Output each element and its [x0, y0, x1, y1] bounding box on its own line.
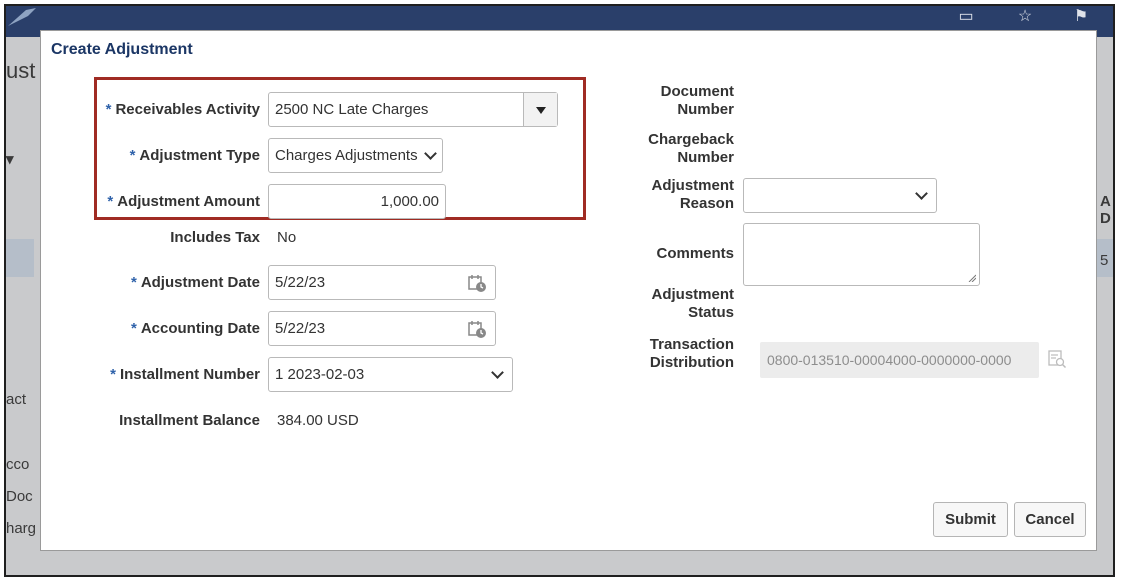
adjustment-date-label: * Adjustment Date [130, 274, 260, 291]
installment-number-value: 1 2023-02-03 [275, 366, 365, 383]
bg-selected-row [6, 239, 34, 277]
required-icon: * [130, 320, 137, 337]
window-icon[interactable]: ▭ [953, 9, 979, 25]
includes-tax-value: No [277, 229, 297, 246]
calendar-icon[interactable] [467, 319, 487, 339]
required-icon: * [107, 193, 114, 210]
chargeback-number-label: Chargeback Number [648, 131, 734, 166]
logo-icon [8, 8, 36, 26]
adjustment-amount-value: 1,000.00 [380, 193, 439, 210]
chevron-down-icon [491, 366, 504, 379]
includes-tax-label: Includes Tax [170, 229, 260, 246]
dialog-title: Create Adjustment [51, 41, 193, 58]
installment-balance-value: 384.00 USD [277, 412, 359, 429]
bg-fragment: harg [6, 520, 37, 537]
installment-balance-label: Installment Balance [119, 412, 260, 429]
cancel-button[interactable]: Cancel [1014, 502, 1086, 537]
dropdown-arrow-icon[interactable] [523, 93, 557, 126]
bookmark-icon[interactable]: ☆ [1012, 9, 1038, 25]
search-icon[interactable] [1047, 349, 1067, 369]
adjustment-type-select[interactable]: Charges Adjustments [268, 138, 443, 173]
adjustment-type-value: Charges Adjustments [275, 147, 418, 164]
receivables-activity-label: * Receivables Activity [105, 101, 260, 118]
adjustment-amount-label: * Adjustment Amount [107, 193, 260, 210]
bg-collapse-icon: ▾ [6, 151, 14, 168]
resize-grip-icon[interactable] [968, 274, 976, 282]
chevron-down-icon [915, 187, 928, 200]
flag-icon[interactable]: ⚑ [1068, 9, 1094, 25]
required-icon: * [105, 101, 112, 118]
receivables-activity-combobox[interactable]: 2500 NC Late Charges [268, 92, 558, 127]
comments-textarea[interactable] [743, 223, 980, 286]
create-adjustment-dialog: Create Adjustment * Receivables Activity … [40, 30, 1097, 551]
bg-fragment: A [1100, 193, 1111, 210]
bg-page-title-fragment: ust [6, 58, 36, 83]
adjustment-status-label: Adjustment Status [651, 286, 735, 321]
required-icon: * [130, 274, 137, 291]
adjustment-date-value: 5/22/23 [275, 274, 326, 291]
bg-fragment: act [6, 391, 27, 408]
submit-button[interactable]: Submit [933, 502, 1008, 537]
adjustment-date-input[interactable]: 5/22/23 [268, 265, 496, 300]
transaction-distribution-label: Transaction Distribution [649, 336, 734, 371]
adjustment-reason-select[interactable] [743, 178, 937, 213]
installment-number-select[interactable]: 1 2023-02-03 [268, 357, 513, 392]
bg-fragment: 5 [1100, 252, 1109, 269]
installment-number-label: * Installment Number [110, 366, 260, 383]
accounting-date-label: * Accounting Date [130, 320, 260, 337]
transaction-distribution-field: 0800-013510-00004000-0000000-0000 [760, 342, 1039, 378]
required-icon: * [129, 147, 136, 164]
bg-fragment: D [1100, 210, 1111, 227]
adjustment-type-label: * Adjustment Type [129, 147, 260, 164]
adjustment-reason-label: Adjustment Reason [651, 177, 735, 212]
calendar-icon[interactable] [467, 273, 487, 293]
accounting-date-value: 5/22/23 [275, 320, 326, 337]
chevron-down-icon [424, 147, 437, 160]
required-icon: * [110, 366, 116, 383]
comments-label: Comments [656, 245, 734, 262]
accounting-date-input[interactable]: 5/22/23 [268, 311, 496, 346]
app-window: ▭ ☆ ⚑ ust ▾ act cco Doc harg A D 5 Creat… [4, 4, 1115, 577]
bg-fragment: cco [6, 456, 30, 473]
bg-fragment: Doc [6, 488, 33, 505]
document-number-label: Document Number [660, 83, 734, 118]
adjustment-amount-input[interactable]: 1,000.00 [268, 184, 446, 219]
receivables-activity-value: 2500 NC Late Charges [275, 101, 429, 118]
